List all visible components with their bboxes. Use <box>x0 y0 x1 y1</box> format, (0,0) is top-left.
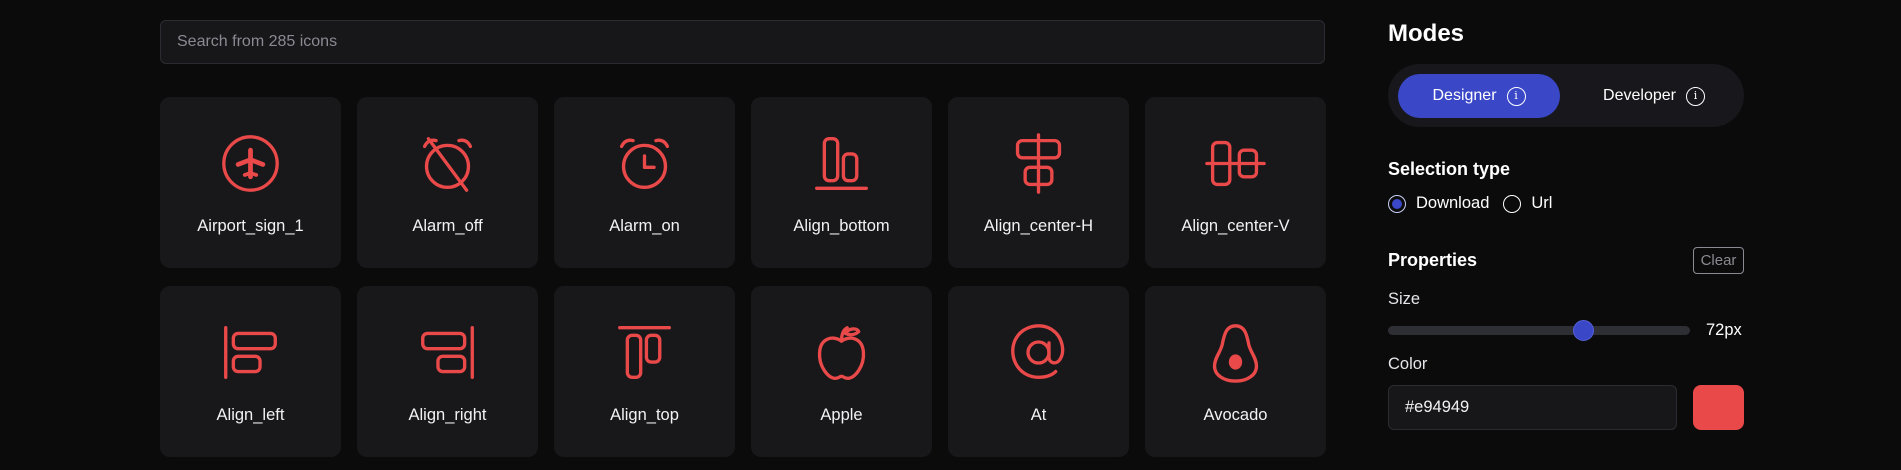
clear-button[interactable]: Clear <box>1693 247 1744 274</box>
settings-panel: Modes Designer i Developer i Selection t… <box>1388 0 1744 470</box>
airplane-circle-icon <box>220 133 281 194</box>
radio-label: Url <box>1531 194 1553 212</box>
radio-selected[interactable] <box>1388 194 1406 213</box>
icon-label: Alarm_off <box>412 217 483 235</box>
align-center-h-icon <box>1008 133 1069 194</box>
icon-label: Align_center-H <box>983 217 1094 235</box>
url-option[interactable]: Url <box>1503 194 1552 213</box>
icon-card[interactable]: Align_left <box>160 286 341 457</box>
icon-label: Airport_sign_1 <box>197 217 304 235</box>
icon-label: Align_left <box>216 406 285 424</box>
icon-label: At <box>1030 406 1047 424</box>
developer-mode-button[interactable]: Developer i <box>1574 74 1734 118</box>
icon-label: Alarm_on <box>609 217 680 235</box>
slider-track[interactable] <box>1388 326 1690 335</box>
icon-card[interactable]: Airport_sign_1 <box>160 97 341 268</box>
slider-thumb[interactable] <box>1573 320 1595 341</box>
mode-toggle: Designer i Developer i <box>1388 64 1744 127</box>
size-value: 72px <box>1706 321 1742 339</box>
icon-card[interactable]: Align_center-H <box>948 97 1129 268</box>
mode-label: Designer <box>1432 87 1497 104</box>
icon-card[interactable]: Avocado <box>1145 286 1326 457</box>
align-top-icon <box>614 322 675 383</box>
apple-icon <box>811 322 872 383</box>
align-right-icon <box>417 322 478 383</box>
color-hex-input[interactable] <box>1388 385 1677 430</box>
align-center-v-icon <box>1205 133 1266 194</box>
icon-label: Align_center-V <box>1181 217 1290 235</box>
mode-label: Developer <box>1603 87 1676 104</box>
designer-mode-button[interactable]: Designer i <box>1398 74 1560 118</box>
avocado-icon <box>1205 322 1266 383</box>
size-slider[interactable] <box>1388 320 1690 341</box>
icon-label: Align_right <box>408 406 487 424</box>
icon-label: Align_bottom <box>793 217 890 235</box>
icon-card[interactable]: Alarm_on <box>554 97 735 268</box>
icon-card[interactable]: Align_top <box>554 286 735 457</box>
size-label: Size <box>1388 290 1421 308</box>
alarm-on-icon <box>614 133 675 194</box>
icon-card[interactable]: At <box>948 286 1129 457</box>
at-sign-icon <box>1008 322 1069 383</box>
properties-heading: Properties <box>1388 250 1478 270</box>
icon-card[interactable]: Align_bottom <box>751 97 932 268</box>
radio-unselected[interactable] <box>1503 194 1522 213</box>
color-label: Color <box>1388 355 1428 373</box>
icon-label: Avocado <box>1203 406 1268 424</box>
icon-card[interactable]: Alarm_off <box>357 97 538 268</box>
info-icon[interactable]: i <box>1685 86 1705 106</box>
icon-label: Align_top <box>610 406 679 424</box>
icon-card[interactable]: Align_right <box>357 286 538 457</box>
alarm-off-icon <box>417 133 478 194</box>
info-icon[interactable]: i <box>1506 86 1526 106</box>
icon-grid: Airport_sign_1 Alarm_off Alarm_on Align_… <box>160 97 1326 457</box>
align-bottom-icon <box>811 133 872 194</box>
radio-label: Download <box>1416 194 1490 212</box>
icon-card[interactable]: Align_center-V <box>1145 97 1326 268</box>
download-option[interactable]: Download <box>1388 194 1489 213</box>
selection-type-heading: Selection type <box>1388 159 1511 179</box>
modes-heading: Modes <box>1388 20 1465 47</box>
icon-card[interactable]: Apple <box>751 286 932 457</box>
search-input[interactable] <box>160 20 1325 64</box>
selection-type-group: Download Url <box>1388 194 1552 213</box>
color-swatch[interactable] <box>1693 385 1744 430</box>
align-left-icon <box>220 322 281 383</box>
icon-label: Apple <box>820 406 863 424</box>
